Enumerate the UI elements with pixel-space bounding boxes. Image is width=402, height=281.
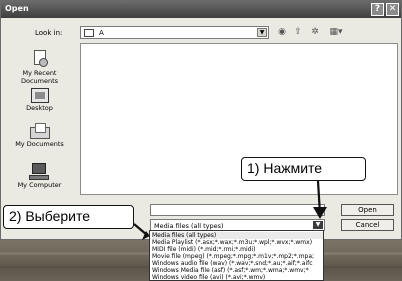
dropdown-item[interactable]: Windows audio file (wav) (*.wav;*.snd;*.… (152, 260, 323, 267)
place-label: My Recent Documents (20, 69, 59, 85)
callout-step-1: 1) Нажмите (241, 157, 366, 181)
dialog-title: Open (5, 4, 29, 13)
open-button[interactable]: Open (341, 204, 394, 216)
look-in-combo[interactable]: A ▼ (80, 26, 269, 39)
place-my-computer[interactable]: My Computer (4, 163, 75, 189)
recent-documents-icon (31, 50, 49, 68)
place-label: My Computer (17, 181, 62, 189)
place-desktop[interactable]: Desktop (4, 88, 75, 112)
my-documents-icon (29, 123, 50, 139)
place-my-documents[interactable]: My Documents (4, 123, 75, 148)
title-bar: Open ? ✕ (1, 1, 401, 18)
up-folder-icon[interactable]: ⇧ (292, 27, 304, 38)
dropdown-item[interactable]: Windows Media file (asf) (*.asf;*.wm;*.w… (152, 267, 323, 274)
chevron-down-icon[interactable]: ▼ (313, 221, 323, 229)
help-button[interactable]: ? (371, 3, 384, 16)
place-label: Desktop (26, 104, 53, 112)
open-dialog: Open ? ✕ Look in: A ▼ ◉ ⇧ ✲ ▦▾ My Recent… (0, 0, 402, 240)
callout-step-2: 2) Выберите (3, 205, 134, 229)
views-menu-icon[interactable]: ▦▾ (326, 27, 346, 38)
back-icon[interactable]: ◉ (276, 27, 288, 38)
places-bar: My Recent Documents Desktop My Documents… (4, 43, 75, 198)
desktop-icon (30, 88, 49, 103)
dropdown-item[interactable]: Media Playlist (*.asx;*.wax;*.m3u;*.wpl;… (152, 239, 323, 246)
new-folder-icon[interactable]: ✲ (308, 27, 322, 38)
my-computer-icon (28, 163, 51, 180)
dropdown-item[interactable]: Media files (all types) (152, 232, 323, 239)
file-type-value: Media files (all types) (154, 222, 224, 230)
folder-icon (84, 29, 94, 37)
dropdown-item[interactable]: MIDI file (midi) (*.mid;*.rmi;*.midi) (152, 246, 323, 253)
close-button[interactable]: ✕ (386, 3, 399, 16)
file-type-dropdown: Media files (all types) Media Playlist (… (149, 230, 324, 281)
file-name-input[interactable] (150, 204, 325, 216)
dropdown-item[interactable]: Windows video file (avi) (*.avi;*.wmv) (152, 274, 323, 280)
place-recent-documents[interactable]: My Recent Documents (4, 50, 75, 85)
place-label: My Documents (15, 140, 64, 148)
dropdown-item[interactable]: Movie file (mpeg) (*.mpeg;*.mpg;*.m1v;*.… (152, 253, 323, 260)
look-in-label: Look in: (35, 29, 63, 37)
look-in-value: A (99, 29, 104, 37)
cancel-button[interactable]: Cancel (341, 219, 394, 231)
chevron-down-icon[interactable]: ▼ (257, 28, 267, 37)
